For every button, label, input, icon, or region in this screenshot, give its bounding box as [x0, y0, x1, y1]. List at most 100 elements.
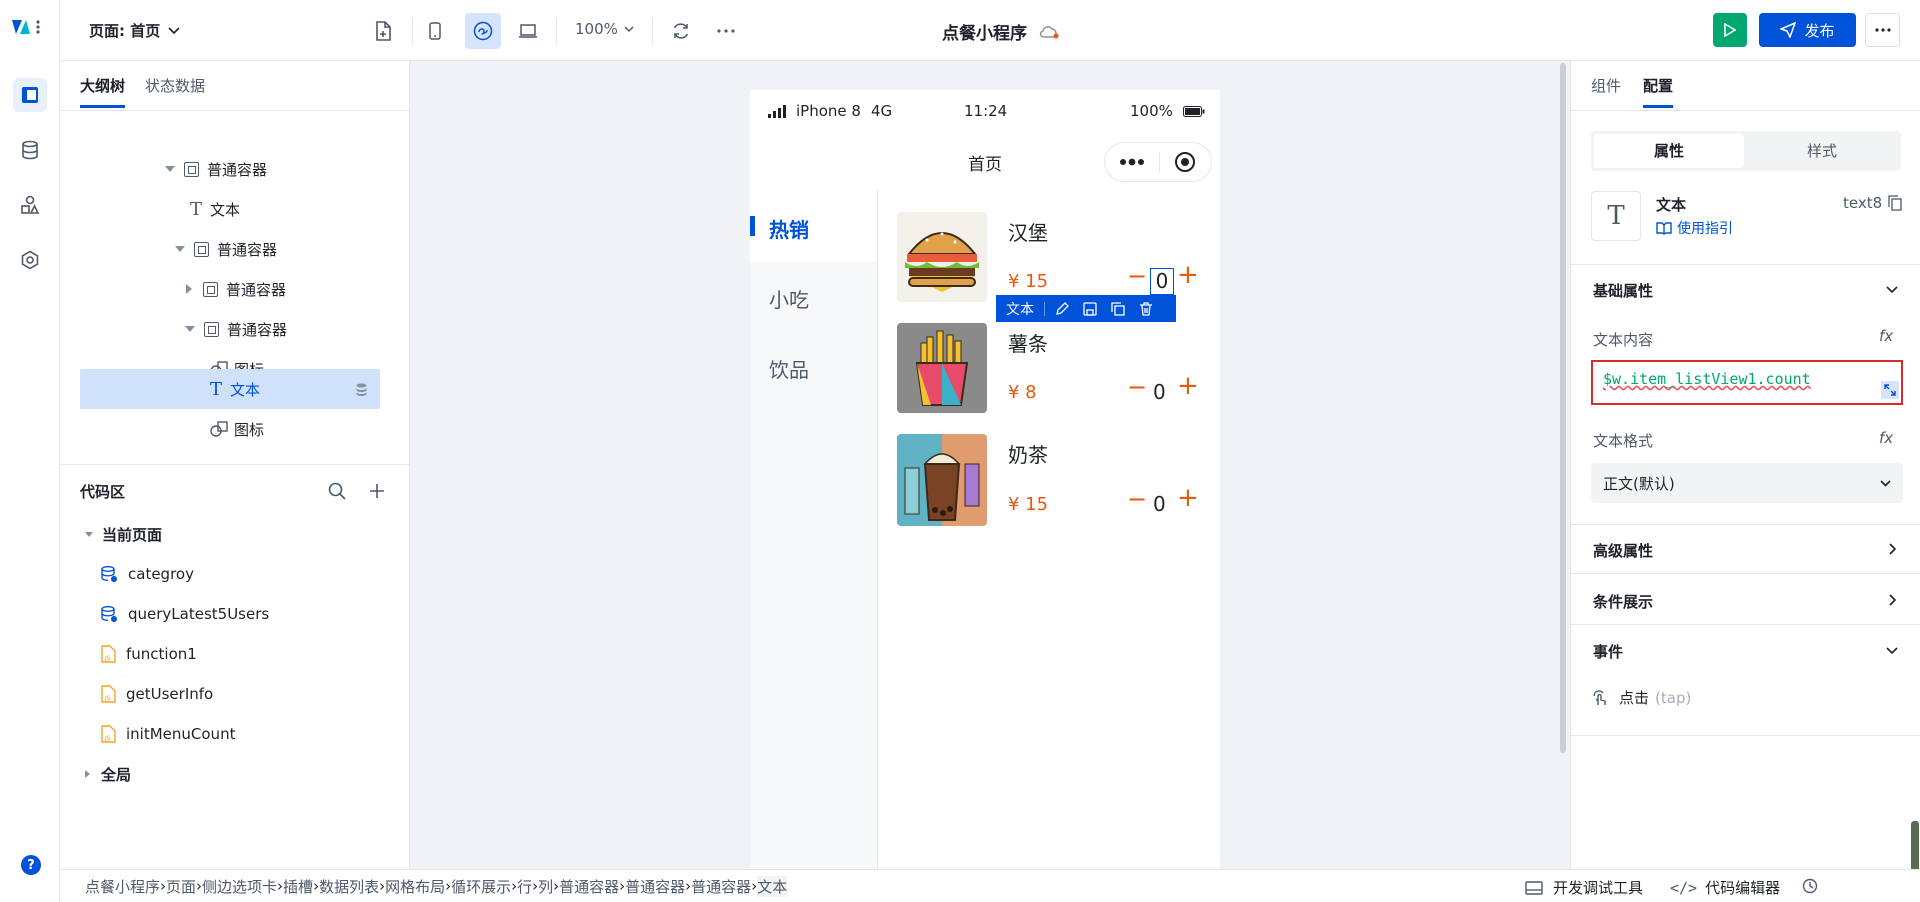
history-icon[interactable]: [1802, 878, 1818, 894]
breadcrumb-item[interactable]: 循环展示: [451, 876, 511, 897]
decrease-button[interactable]: −: [1127, 262, 1147, 290]
new-page-icon[interactable]: [365, 13, 401, 49]
fx-icon[interactable]: fx: [1879, 429, 1893, 447]
tree-node-selected[interactable]: T 文本: [80, 369, 380, 409]
text-format-select[interactable]: 正文(默认): [1591, 463, 1903, 503]
breadcrumb-item[interactable]: 普通容器: [559, 876, 619, 897]
zoom-select[interactable]: 100%: [575, 20, 634, 38]
tab-properties[interactable]: 属性: [1594, 134, 1744, 168]
breadcrumb-item[interactable]: 列: [538, 876, 553, 897]
tree-node-label: 普通容器: [227, 320, 288, 339]
canvas-scrollbar[interactable]: [1560, 63, 1566, 753]
chevron-down-icon[interactable]: [1886, 286, 1898, 294]
usage-guide-label: 使用指引: [1677, 221, 1733, 237]
tree-node[interactable]: 普通容器: [185, 309, 287, 349]
quantity-count-selected[interactable]: 0: [1150, 268, 1174, 295]
conditional-display-title[interactable]: 条件展示: [1593, 591, 1653, 612]
tree-node-label: 普通容器: [207, 160, 268, 179]
event-tap-row[interactable]: 点击 (tap): [1591, 687, 1691, 708]
publish-button[interactable]: 发布: [1759, 13, 1856, 47]
increase-button[interactable]: +: [1177, 260, 1199, 290]
tree-node[interactable]: 图标: [210, 409, 264, 449]
basic-props-title[interactable]: 基础属性: [1593, 280, 1653, 301]
tree-node[interactable]: 普通容器: [165, 149, 267, 189]
database-icon[interactable]: [13, 133, 47, 167]
app-logo-icon[interactable]: [10, 16, 44, 38]
decrease-button[interactable]: −: [1127, 373, 1147, 401]
category-item-active[interactable]: 热销: [750, 190, 878, 262]
breadcrumb-item[interactable]: 文本: [757, 875, 788, 897]
increase-button[interactable]: +: [1177, 371, 1199, 401]
debug-tools-button[interactable]: 开发调试工具: [1525, 877, 1643, 898]
save-icon[interactable]: [1083, 301, 1097, 316]
miniprogram-view-icon[interactable]: [465, 13, 501, 49]
refresh-icon[interactable]: [663, 13, 699, 49]
usage-guide-link[interactable]: 使用指引: [1656, 218, 1733, 238]
quantity-count: 0: [1153, 492, 1166, 516]
mobile-view-icon[interactable]: [417, 13, 453, 49]
code-editor-button[interactable]: </> 代码编辑器: [1670, 877, 1780, 898]
more-menu-button[interactable]: [1865, 13, 1900, 47]
code-item[interactable]: queryLatest5Users: [100, 594, 269, 634]
search-icon[interactable]: [328, 482, 346, 500]
js-file-icon: JS: [101, 685, 116, 703]
components-icon[interactable]: [13, 188, 47, 222]
breadcrumb-item[interactable]: 网格布局: [385, 876, 445, 897]
breadcrumb-item[interactable]: 数据列表: [319, 876, 379, 897]
breadcrumb-item[interactable]: 普通容器: [625, 876, 685, 897]
outline-panel-icon[interactable]: [13, 78, 47, 112]
run-button[interactable]: [1713, 13, 1747, 47]
breadcrumb-item[interactable]: 行: [517, 876, 532, 897]
code-item[interactable]: JS getUserInfo: [100, 674, 213, 714]
text-content-input[interactable]: $w.item_listView1.count: [1591, 360, 1903, 405]
advanced-props-title[interactable]: 高级属性: [1593, 540, 1653, 561]
copy-icon[interactable]: [1888, 195, 1902, 211]
tab-components[interactable]: 组件: [1591, 75, 1621, 96]
tab-styles[interactable]: 样式: [1747, 134, 1897, 168]
code-global-group[interactable]: 全局: [85, 754, 131, 794]
copy-icon[interactable]: [1111, 301, 1125, 316]
code-item-label: queryLatest5Users: [128, 605, 270, 623]
add-icon[interactable]: [370, 484, 384, 498]
breadcrumb-item[interactable]: 点餐小程序: [85, 876, 160, 897]
help-icon[interactable]: ?: [21, 855, 41, 875]
tree-node[interactable]: 普通容器: [186, 269, 286, 309]
more-dots-icon[interactable]: [1119, 158, 1145, 166]
desktop-view-icon[interactable]: [510, 13, 546, 49]
tab-outline-tree[interactable]: 大纲树: [80, 75, 126, 108]
tab-state-data[interactable]: 状态数据: [145, 75, 205, 96]
page-selector[interactable]: 页面: 首页: [89, 20, 180, 41]
increase-button[interactable]: +: [1177, 483, 1199, 513]
code-item[interactable]: JS initMenuCount: [100, 714, 235, 754]
breadcrumb-item[interactable]: 页面: [166, 876, 196, 897]
expand-editor-icon[interactable]: [1881, 381, 1899, 399]
category-item[interactable]: 饮品: [769, 354, 809, 383]
code-current-page-group[interactable]: 当前页面: [85, 514, 162, 554]
query-db-icon: [101, 606, 117, 622]
edit-icon[interactable]: [1055, 301, 1069, 316]
text-component-icon: T: [1591, 191, 1641, 241]
events-title[interactable]: 事件: [1593, 641, 1623, 662]
breadcrumb-item[interactable]: 插槽: [283, 876, 313, 897]
close-capsule-icon[interactable]: [1174, 151, 1196, 173]
capsule-menu[interactable]: [1104, 142, 1212, 182]
more-horizontal-icon[interactable]: [708, 13, 744, 49]
code-item[interactable]: categroy: [100, 554, 194, 594]
decrease-button[interactable]: −: [1127, 485, 1147, 513]
fx-icon[interactable]: fx: [1879, 327, 1893, 345]
delete-icon[interactable]: [1139, 301, 1153, 316]
selection-label: 文本: [1006, 301, 1034, 318]
breadcrumb-item[interactable]: 普通容器: [691, 876, 751, 897]
food-price: ¥ 8: [1008, 382, 1037, 403]
settings-hex-icon[interactable]: [13, 243, 47, 277]
chevron-right-icon[interactable]: [1889, 594, 1897, 606]
tree-node[interactable]: T 文本: [190, 189, 430, 229]
category-item[interactable]: 小吃: [769, 284, 809, 313]
chevron-down-icon[interactable]: [1886, 647, 1898, 655]
tree-node[interactable]: 普通容器: [175, 229, 277, 269]
tab-config[interactable]: 配置: [1643, 75, 1674, 108]
tree-node-label: 文本: [210, 200, 241, 219]
code-item[interactable]: JS function1: [100, 634, 197, 674]
chevron-right-icon[interactable]: [1889, 543, 1897, 555]
breadcrumb-item[interactable]: 侧边选项卡: [202, 876, 277, 897]
